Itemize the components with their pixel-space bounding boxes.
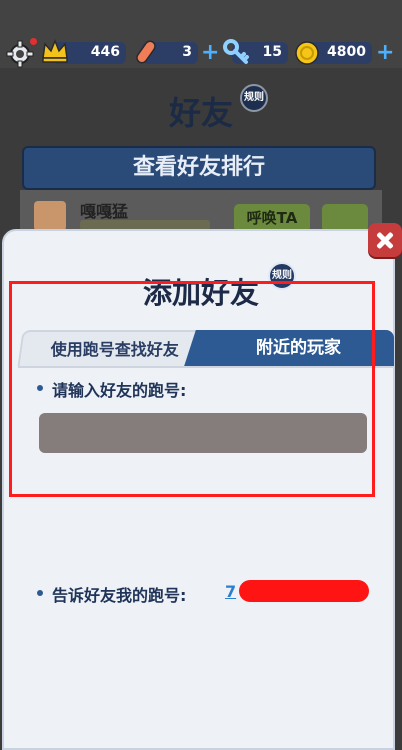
crowns-value: 446 (90, 44, 120, 60)
friend-gift-button[interactable] (322, 204, 368, 232)
add-coins-button[interactable]: + (376, 42, 394, 64)
highlight-box (9, 281, 375, 497)
my-id-label: 告诉好友我的跑号: (52, 586, 187, 605)
boards-value: 3 (182, 44, 192, 60)
top-resource-bar: 446 3 + 15 4800 + (0, 0, 402, 68)
redaction-mark (239, 580, 369, 602)
friends-page-title: 好友 (168, 94, 233, 132)
coin-icon (295, 41, 319, 65)
friend-name: 嘎嘎猛 (80, 202, 129, 221)
close-dialog-button[interactable] (368, 223, 402, 257)
add-boards-button[interactable]: + (201, 42, 219, 64)
friend-avatar (34, 201, 66, 231)
crown-icon (42, 38, 68, 63)
tell-bullet (37, 590, 43, 596)
my-id-link[interactable]: 7 (225, 582, 236, 601)
coins-value: 4800 (327, 44, 366, 60)
notification-dot (30, 38, 37, 45)
hoverboard-icon (136, 40, 156, 64)
view-friends-ranking-button[interactable]: 查看好友排行 (22, 146, 376, 190)
friends-rules-badge[interactable]: 规则 (240, 84, 268, 112)
gear-icon[interactable] (6, 40, 34, 68)
keys-value: 15 (262, 44, 282, 60)
call-friend-button[interactable]: 呼唤TA (234, 204, 310, 232)
key-icon (223, 39, 249, 64)
